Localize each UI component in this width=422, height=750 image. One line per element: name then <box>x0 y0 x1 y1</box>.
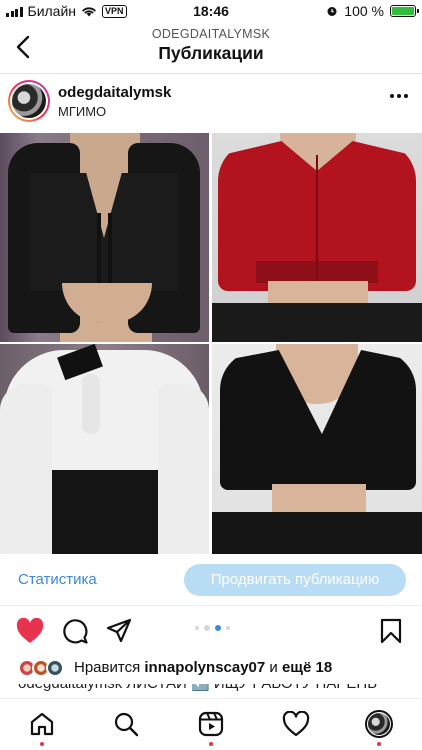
liker-avatar <box>46 659 64 677</box>
promote-button[interactable]: Продвигать публикацию <box>184 564 406 596</box>
post-image[interactable] <box>0 133 422 554</box>
carousel-indicator <box>195 625 230 631</box>
post-location[interactable]: МГИМО <box>58 104 106 119</box>
battery-fill <box>392 7 414 15</box>
alarm-icon <box>327 7 337 16</box>
nav-notification-dot <box>377 742 381 746</box>
post-actions <box>0 612 422 652</box>
avatar-image <box>12 84 46 118</box>
comment-button[interactable] <box>60 616 90 646</box>
battery-percent: 100 % <box>344 3 384 19</box>
photo-white-bolero <box>0 344 209 554</box>
send-icon <box>106 618 132 643</box>
home-icon <box>30 712 54 736</box>
post-username[interactable]: odegdaitalymsk <box>58 84 171 101</box>
photo-black-wrap <box>212 344 422 554</box>
likes-user[interactable]: innapolynscay07 <box>144 659 265 676</box>
nav-home[interactable] <box>27 709 57 746</box>
carousel-dot <box>226 626 230 630</box>
bookmark-icon <box>380 618 402 644</box>
liker-avatars <box>18 659 70 677</box>
save-button[interactable] <box>376 616 406 646</box>
nav-notification-dot <box>40 742 44 746</box>
status-right: 100 % <box>326 3 419 19</box>
carousel-dot <box>195 626 199 630</box>
likes-middle: и <box>265 659 282 676</box>
likes-row[interactable]: Нравится innapolynscay07 и ещё 18 <box>0 656 422 680</box>
post-caption: odegdaitalymsk ЛИСТАЙ ⬅️ ИЩУ РАБОТУ ПАРЕ… <box>18 684 418 698</box>
actions-divider <box>0 605 422 606</box>
carousel-dot <box>204 625 210 631</box>
insights-row: Статистика Продвигать публикацию <box>0 562 422 600</box>
profile-avatar <box>365 710 393 738</box>
nav-activity[interactable] <box>281 709 311 739</box>
battery-icon <box>390 5 419 17</box>
share-button[interactable] <box>104 616 134 646</box>
heart-filled-icon <box>16 618 44 643</box>
statistics-link[interactable]: Статистика <box>18 571 97 588</box>
nav-notification-dot <box>209 742 213 746</box>
likes-summary: Нравится innapolynscay07 и ещё 18 <box>74 659 332 676</box>
likes-rest[interactable]: ещё 18 <box>282 659 332 676</box>
search-icon <box>114 712 139 737</box>
reels-icon <box>198 711 224 737</box>
header-subtitle: ODEGDAITALYMSK <box>151 27 271 41</box>
photo-red-cardigan <box>212 133 422 342</box>
page-header: ODEGDAITALYMSK Публикации <box>0 24 422 72</box>
carousel-dot-active <box>215 625 221 631</box>
more-options-button[interactable] <box>390 94 408 98</box>
post-header: odegdaitalymsk МГИМО <box>0 76 422 130</box>
nav-profile[interactable] <box>364 709 394 746</box>
heart-outline-icon <box>282 711 310 737</box>
photo-black-bolero <box>0 133 209 342</box>
like-button[interactable] <box>15 616 45 646</box>
page-title: Публикации <box>158 43 264 63</box>
nav-reels[interactable] <box>196 709 226 746</box>
post-avatar[interactable] <box>8 80 50 122</box>
comment-icon <box>63 619 88 644</box>
status-bar: Билайн VPN 18:46 100 % <box>0 0 422 24</box>
nav-search[interactable] <box>111 709 141 739</box>
header-divider <box>0 73 422 74</box>
bottom-nav <box>0 698 422 750</box>
likes-prefix: Нравится <box>74 659 145 676</box>
caption-text: odegdaitalymsk ЛИСТАЙ ⬅️ ИЩУ РАБОТУ ПАРЕ… <box>18 684 418 697</box>
